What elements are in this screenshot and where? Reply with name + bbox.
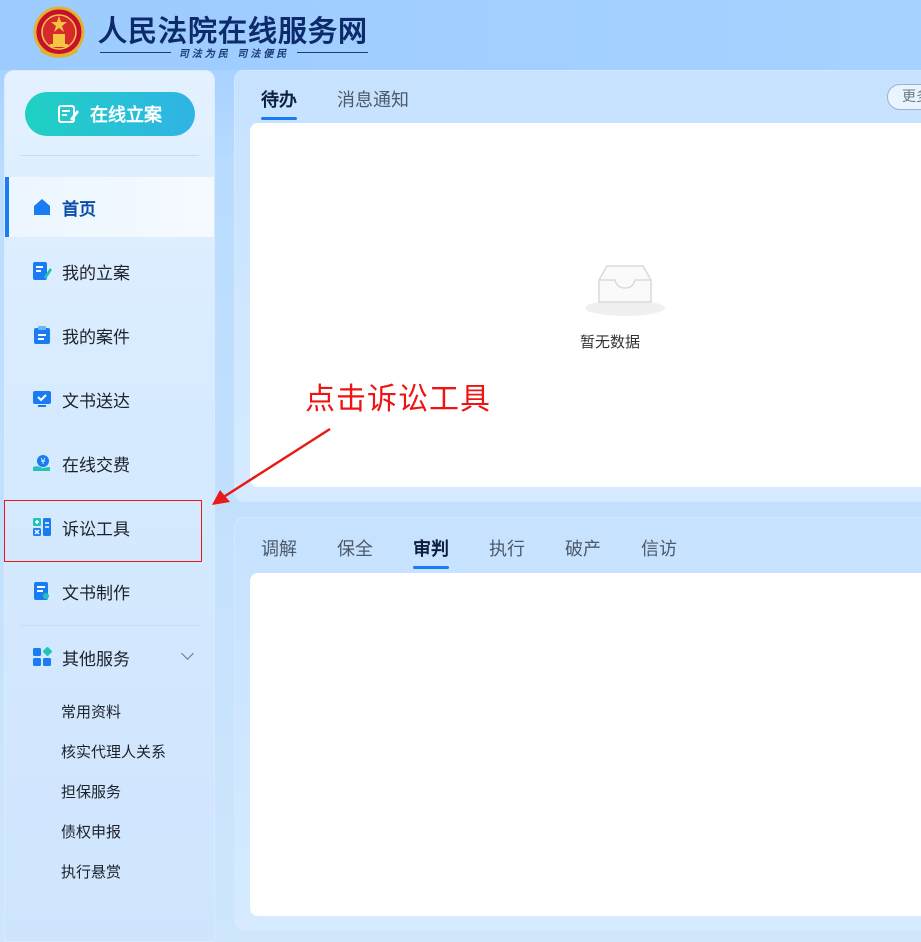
sidebar-item-online-payment[interactable]: ¥ 在线交费 xyxy=(5,433,214,493)
sub-item-claim-declaration[interactable]: 债权申报 xyxy=(61,821,121,842)
sidebar-item-document-drafting[interactable]: 文书制作 xyxy=(5,561,214,621)
more-button[interactable]: 更多 xyxy=(887,84,921,110)
divider xyxy=(21,625,199,626)
slogan-line-left xyxy=(100,51,171,53)
sub-item-common-materials[interactable]: 常用资料 xyxy=(61,701,121,722)
online-filing-button[interactable]: 在线立案 xyxy=(25,92,195,136)
sidebar-item-label: 其他服务 xyxy=(62,649,130,670)
tab-petition[interactable]: 信访 xyxy=(641,535,677,561)
empty-state-text: 暂无数据 xyxy=(580,333,641,351)
sub-item-guarantee-service[interactable]: 担保服务 xyxy=(61,781,121,802)
sidebar-item-my-filings[interactable]: 我的立案 xyxy=(5,241,214,301)
todo-content: 暂无数据 xyxy=(250,123,921,487)
sidebar-item-label: 我的立案 xyxy=(62,263,130,284)
monitor-check-icon xyxy=(33,391,51,407)
sidebar-item-label: 文书送达 xyxy=(62,391,130,412)
sidebar-item-label: 首页 xyxy=(62,199,96,220)
chevron-down-icon[interactable] xyxy=(181,647,194,660)
doc-search-icon xyxy=(34,582,49,600)
divider xyxy=(21,155,199,156)
sidebar-item-document-delivery[interactable]: 文书送达 xyxy=(5,369,214,429)
sidebar-item-other-services[interactable]: 其他服务 xyxy=(5,627,214,687)
sub-item-verify-agent[interactable]: 核实代理人关系 xyxy=(61,741,166,762)
edit-doc-icon xyxy=(33,262,52,280)
sidebar-item-label: 文书制作 xyxy=(62,583,130,604)
apps-icon xyxy=(33,647,52,666)
annotation-arrow-icon xyxy=(212,427,331,505)
sub-item-execution-reward[interactable]: 执行悬赏 xyxy=(61,861,121,882)
annotation-highlight-box xyxy=(4,500,202,562)
online-filing-label: 在线立案 xyxy=(90,105,162,125)
court-emblem-icon xyxy=(33,6,85,58)
slogan-line-right xyxy=(297,51,369,53)
svg-text:¥: ¥ xyxy=(40,457,45,466)
tab-todo[interactable]: 待办 xyxy=(261,86,297,120)
tab-bankruptcy[interactable]: 破产 xyxy=(565,535,601,561)
case-content xyxy=(250,573,921,916)
sidebar-item-home[interactable]: 首页 xyxy=(5,177,214,237)
site-header: 人民法院在线服务网 司法为民 司法便民 xyxy=(0,0,921,70)
payment-icon: ¥ xyxy=(33,455,50,471)
slogan-text: 司法为民 司法便民 xyxy=(178,48,290,60)
annotation-text: 点击诉讼工具 xyxy=(305,382,491,417)
edit-form-icon xyxy=(58,105,79,123)
sidebar-item-my-cases[interactable]: 我的案件 xyxy=(5,305,214,365)
tab-notifications[interactable]: 消息通知 xyxy=(337,86,409,112)
sidebar-item-label: 我的案件 xyxy=(62,327,130,348)
tab-trial[interactable]: 审判 xyxy=(413,535,449,569)
tab-preservation[interactable]: 保全 xyxy=(337,535,373,561)
sidebar-item-label: 在线交费 xyxy=(62,455,130,476)
tab-mediation[interactable]: 调解 xyxy=(261,535,297,561)
clipboard-icon xyxy=(34,326,50,344)
case-panel: 调解 保全 审判 执行 破产 信访 xyxy=(234,517,921,931)
home-icon xyxy=(34,199,50,215)
tab-execution[interactable]: 执行 xyxy=(489,535,525,561)
site-slogan: 司法为民 司法便民 xyxy=(100,45,369,60)
empty-inbox-icon xyxy=(585,265,665,316)
